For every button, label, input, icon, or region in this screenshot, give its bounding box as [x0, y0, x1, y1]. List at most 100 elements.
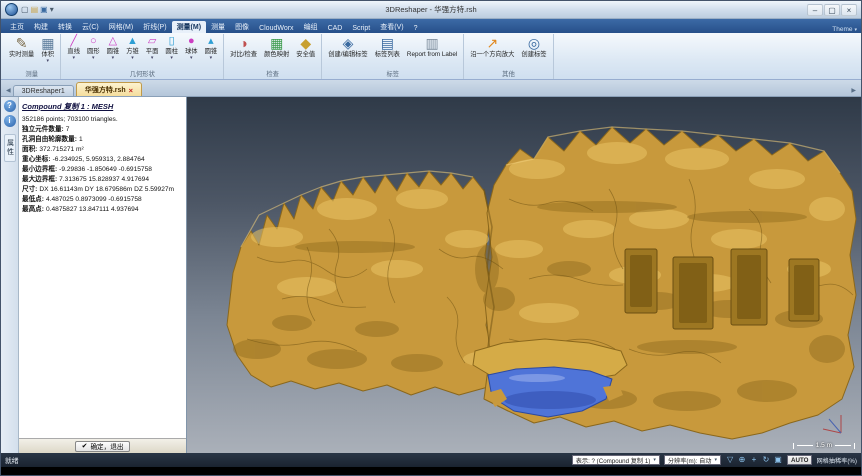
property-line: 最低点:4.487025 0.8973099 -0.6915758	[22, 195, 183, 205]
save-icon[interactable]: ▣	[40, 5, 48, 15]
auto-button[interactable]: AUTO	[787, 455, 812, 465]
ribbon-button[interactable]: ◆安全值	[293, 34, 318, 59]
properties-body: Compound 复制 1 : MESH 352186 points; 7031…	[19, 97, 186, 438]
scroll-right-icon[interactable]: ▶	[849, 87, 858, 96]
menu-tab[interactable]: 测量(M)	[172, 21, 207, 33]
ribbon-button[interactable]: △圆锥▾	[104, 34, 123, 61]
ribbon-button[interactable]: ╱直线▾	[64, 34, 83, 61]
ribbon-button[interactable]: ●球体▾	[182, 34, 201, 61]
menu-tab[interactable]: 网格(M)	[104, 21, 139, 33]
ribbon-group: ◈创建/编辑标签▤标签列表▥Report from Label 标签	[322, 34, 464, 79]
ribbon-button-label: 创建标签	[521, 51, 546, 59]
filter-icon[interactable]: ▽	[725, 455, 735, 465]
ribbon-button[interactable]: ▲方锥▾	[123, 34, 142, 61]
ribbon-button[interactable]: ◎创建标签	[518, 34, 549, 59]
property-line: 352186 points; 703100 triangles.	[22, 115, 183, 125]
info-icon[interactable]: i	[4, 115, 16, 127]
ribbon-button[interactable]: ▱平面▾	[143, 34, 162, 61]
close-button[interactable]: ×	[841, 4, 857, 16]
confirm-exit-label: 确定，退出	[90, 441, 123, 451]
ribbon-group-label: 测量	[6, 70, 57, 79]
3d-mesh-model[interactable]	[187, 97, 861, 453]
cone2-icon: ▴	[208, 35, 214, 48]
cone-icon: △	[109, 35, 117, 48]
menu-tab[interactable]: 图像	[230, 21, 254, 33]
new-file-icon[interactable]: ▢	[21, 5, 29, 15]
ribbon: ✎实时测量▦体积▾测量╱直线▾○圆形▾△圆锥▾▲方锥▾▱平面▾▯圆柱▾●球体▾▴…	[1, 33, 861, 80]
ribbon-button[interactable]: ↗沿一个方向放大	[467, 34, 517, 59]
chevron-down-icon: ▾	[854, 27, 857, 33]
menu-tab[interactable]: 主页	[5, 21, 29, 33]
zoom-dir-icon: ↗	[486, 35, 498, 51]
ribbon-button[interactable]: ▦体积▾	[38, 34, 57, 64]
ribbon-button[interactable]: ▦颜色映射	[261, 34, 292, 59]
document-tab[interactable]: 华强方特.rsh×	[76, 82, 142, 96]
minimize-button[interactable]: –	[807, 4, 823, 16]
ribbon-group: ✎实时测量▦体积▾ 测量	[3, 34, 61, 79]
help-icon[interactable]: ?	[4, 100, 16, 112]
properties-tab-label[interactable]: 属性	[4, 134, 16, 162]
properties-panel: Compound 复制 1 : MESH 352186 points; 7031…	[19, 97, 187, 453]
document-tab[interactable]: 3DReshaper1	[13, 85, 74, 96]
magnify-icon: ◎	[528, 35, 540, 51]
ribbon-tab-row: 主页构建转换云(C)网格(M)折线(P)测量(M)测量图像CloudWorx编组…	[1, 19, 861, 33]
close-tab-icon[interactable]: ×	[129, 87, 133, 94]
status-ready: 就绪	[5, 455, 19, 465]
menu-tab[interactable]: ?	[409, 24, 423, 33]
confirm-exit-button[interactable]: ✔ 确定，退出	[75, 441, 131, 452]
ribbon-group-label: 几何形状	[64, 70, 220, 79]
document-tab-label: 华强方特.rsh	[85, 85, 126, 95]
zoom-fit-icon[interactable]: ⊕	[737, 455, 747, 465]
ribbon-button[interactable]: ○圆形▾	[84, 34, 103, 61]
menu-tab[interactable]: CloudWorx	[254, 24, 299, 33]
line-icon: ╱	[70, 35, 77, 48]
axis-triad	[817, 411, 847, 437]
app-logo-button[interactable]	[5, 3, 18, 16]
menu-tab[interactable]: 构建	[29, 21, 53, 33]
ribbon-button[interactable]: ▴圆锥▾	[202, 34, 221, 61]
main-area: ? i 属性 Compound 复制 1 : MESH 352186 points;…	[1, 97, 861, 453]
open-file-icon[interactable]: ▤	[31, 5, 39, 15]
ribbon-button[interactable]: ▤标签列表	[372, 34, 403, 59]
menu-tab[interactable]: 查看(V)	[375, 21, 408, 33]
chevron-down-icon: ▾	[72, 56, 75, 61]
rotate-icon[interactable]: ↻	[761, 455, 771, 465]
theme-dropdown[interactable]: Theme ▾	[832, 26, 857, 33]
ribbon-group-label: 标签	[325, 70, 460, 79]
ribbon-button[interactable]: ✎实时测量	[6, 34, 37, 59]
ribbon-group: ↗沿一个方向放大◎创建标签其他	[464, 34, 553, 79]
window-controls: –▢×	[807, 4, 857, 16]
check-icon: ✔	[82, 443, 88, 450]
view-cube-icon[interactable]: ▣	[773, 455, 783, 465]
pan-icon[interactable]: +	[749, 455, 759, 465]
ribbon-group: ╱直线▾○圆形▾△圆锥▾▲方锥▾▱平面▾▯圆柱▾●球体▾▴圆锥▾ 几何形状	[61, 34, 224, 79]
menu-tab[interactable]: Script	[347, 24, 375, 33]
menu-tab[interactable]: 折线(P)	[138, 21, 171, 33]
ribbon-button-label: 沿一个方向放大	[470, 51, 514, 59]
property-line: 面积:372.715271 m²	[22, 145, 183, 155]
menu-tab[interactable]: 编组	[299, 21, 323, 33]
chevron-down-icon: ▾	[47, 59, 50, 64]
property-line: 尺寸:DX 16.61143m DY 18.679586m DZ 5.59927…	[22, 185, 183, 195]
menu-tab[interactable]: 云(C)	[77, 21, 104, 33]
list-icon: ▤	[381, 35, 394, 51]
menu-tab[interactable]: CAD	[323, 24, 348, 33]
title-bar: ▢▤▣▾ 3DReshaper - 华强方特.rsh –▢×	[1, 1, 861, 19]
colormap-icon: ▦	[270, 35, 283, 51]
representation-combo[interactable]: 表示: ? (Compound 复制 1) ▾	[572, 455, 660, 465]
ribbon-button[interactable]: ◑对比/检查	[227, 34, 260, 59]
ribbon-button[interactable]: ▯圆柱▾	[162, 34, 181, 61]
viewport-3d[interactable]: 1.5 m	[187, 97, 861, 453]
side-icon-strip: ? i 属性	[1, 97, 19, 453]
pyramid-icon: ▲	[127, 35, 138, 48]
scroll-left-icon[interactable]: ◀	[4, 87, 13, 96]
menu-tab[interactable]: 转换	[53, 21, 77, 33]
properties-lines: 352186 points; 703100 triangles.独立元件数量:7…	[22, 115, 183, 215]
menu-tab[interactable]: 测量	[206, 21, 230, 33]
chevron-down-icon: ▾	[715, 457, 718, 463]
ribbon-button[interactable]: ◈创建/编辑标签	[325, 34, 371, 59]
ribbon-button[interactable]: ▥Report from Label	[404, 34, 460, 59]
maximize-button[interactable]: ▢	[824, 4, 840, 16]
resolution-combo[interactable]: 分辨率(m): 自动 ▾	[664, 455, 721, 465]
dropdown-icon[interactable]: ▾	[50, 5, 54, 15]
